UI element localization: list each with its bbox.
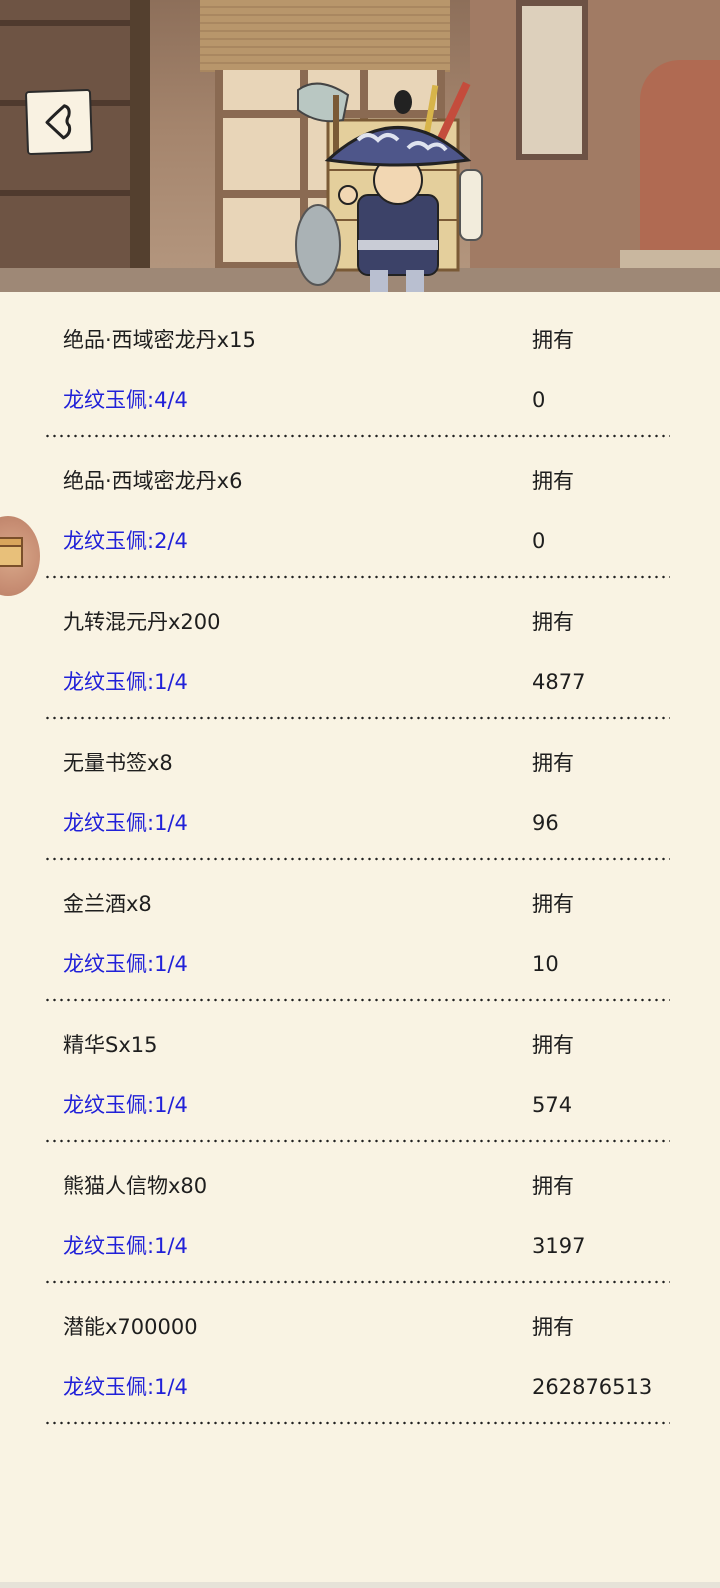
owned-label: 拥有 (532, 1174, 574, 1198)
owned-label: 拥有 (532, 751, 574, 775)
item-requirement: 龙纹玉佩:1/4 (63, 1375, 188, 1399)
owned-label: 拥有 (532, 610, 574, 634)
owned-count: 96 (532, 811, 559, 835)
item-name: 无量书签x8 (63, 751, 173, 775)
owned-label: 拥有 (532, 328, 574, 352)
curtain (640, 60, 720, 280)
item-requirement: 龙纹玉佩:1/4 (63, 670, 188, 694)
reward-list: 绝品·西域密龙丹x15 拥有 龙纹玉佩:4/4 0 绝品·西域密龙丹x6 拥有 … (0, 292, 720, 1425)
owned-label: 拥有 (532, 1033, 574, 1057)
item-requirement: 龙纹玉佩:1/4 (63, 952, 188, 976)
item-name: 精华Sx15 (63, 1033, 158, 1057)
owned-label: 拥有 (532, 1315, 574, 1339)
owned-count: 262876513 (532, 1375, 653, 1399)
list-item: 无量书签x8 拥有 龙纹玉佩:1/4 96 (0, 715, 720, 861)
owned-count: 4877 (532, 670, 586, 694)
item-name: 绝品·西域密龙丹x15 (63, 328, 256, 352)
owned-count: 3197 (532, 1234, 586, 1258)
list-item: 金兰酒x8 拥有 龙纹玉佩:1/4 10 (0, 856, 720, 1002)
traveling-merchant-illustration (295, 81, 483, 292)
list-item: 九转混元丹x200 拥有 龙纹玉佩:1/4 4877 (0, 574, 720, 720)
list-item: 熊猫人信物x80 拥有 龙纹玉佩:1/4 3197 (0, 1138, 720, 1284)
owned-count: 574 (532, 1093, 573, 1117)
item-name: 金兰酒x8 (63, 892, 152, 916)
chevron-left-icon (45, 104, 72, 140)
header-scene (0, 0, 720, 292)
item-name: 潜能x700000 (63, 1315, 198, 1339)
item-name: 九转混元丹x200 (63, 610, 221, 634)
owned-count: 0 (532, 388, 546, 412)
list-item: 潜能x700000 拥有 龙纹玉佩:1/4 262876513 (0, 1279, 720, 1425)
list-item: 绝品·西域密龙丹x15 拥有 龙纹玉佩:4/4 0 (0, 292, 720, 438)
item-name: 绝品·西域密龙丹x6 (63, 469, 243, 493)
list-item: 绝品·西域密龙丹x6 拥有 龙纹玉佩:2/4 0 (0, 433, 720, 579)
item-requirement: 龙纹玉佩:1/4 (63, 1093, 188, 1117)
back-button[interactable] (24, 88, 94, 156)
dotted-divider (44, 1421, 670, 1425)
item-requirement: 龙纹玉佩:1/4 (63, 811, 188, 835)
owned-count: 10 (532, 952, 559, 976)
shelf-board (0, 20, 150, 26)
list-item: 精华Sx15 拥有 龙纹玉佩:1/4 574 (0, 997, 720, 1143)
owned-label: 拥有 (532, 469, 574, 493)
bottom-edge (0, 1582, 720, 1588)
owned-label: 拥有 (532, 892, 574, 916)
owned-count: 0 (532, 529, 546, 553)
item-requirement: 龙纹玉佩:2/4 (63, 529, 188, 553)
shelf-side (130, 0, 150, 280)
window-frame (215, 70, 223, 270)
item-requirement: 龙纹玉佩:1/4 (63, 1234, 188, 1258)
window-blind (200, 0, 450, 72)
shelf-board (0, 190, 150, 196)
item-requirement: 龙纹玉佩:4/4 (63, 388, 188, 412)
item-name: 熊猫人信物x80 (63, 1174, 208, 1198)
wall-painting (516, 0, 588, 160)
